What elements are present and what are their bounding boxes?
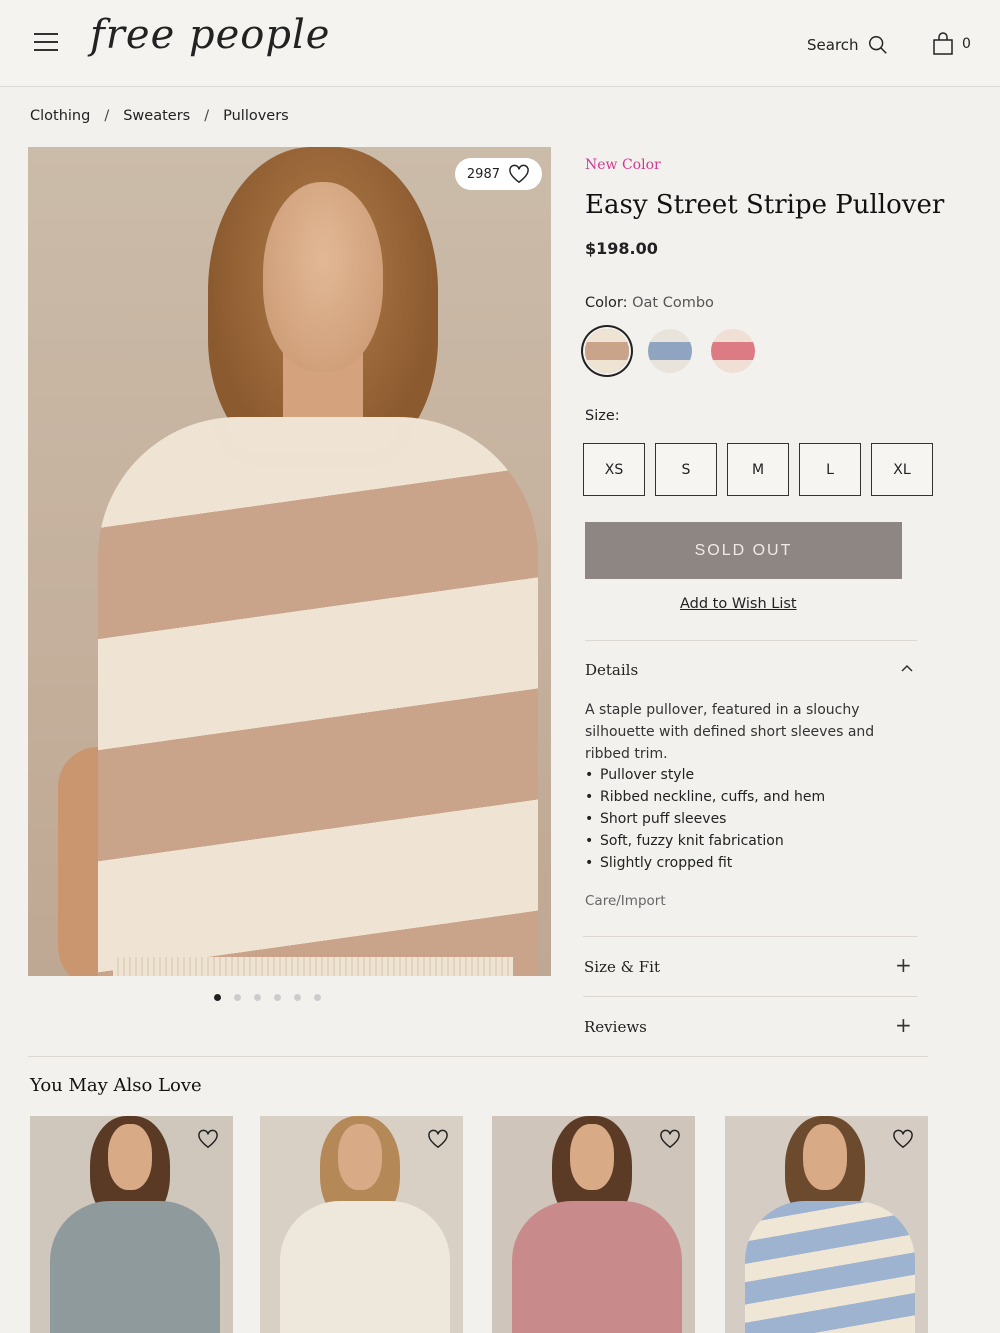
product-thumbnail — [50, 1201, 220, 1333]
carousel-dot[interactable] — [314, 994, 321, 1001]
details-accordion-header[interactable]: Details — [585, 661, 638, 679]
list-item: Short puff sleeves — [585, 808, 825, 830]
cart-count: 0 — [962, 36, 971, 52]
size-label: Size: — [585, 408, 620, 424]
breadcrumb-separator: / — [204, 108, 210, 124]
recommended-product-card[interactable] — [725, 1116, 928, 1333]
carousel-dot[interactable] — [294, 994, 301, 1001]
swatch-oat-combo[interactable] — [585, 329, 629, 373]
list-item: Pullover style — [585, 764, 825, 786]
divider — [583, 996, 918, 997]
heart-icon[interactable] — [427, 1129, 449, 1149]
breadcrumb-sweaters[interactable]: Sweaters — [123, 108, 190, 124]
size-m-button[interactable]: M — [727, 443, 789, 496]
product-thumbnail — [280, 1201, 450, 1333]
carousel-dot[interactable] — [274, 994, 281, 1001]
product-main-image[interactable]: 2987 — [28, 147, 551, 976]
sweater-illustration — [98, 417, 538, 976]
heart-icon[interactable] — [659, 1129, 681, 1149]
details-bullet-list: Pullover style Ribbed neckline, cuffs, a… — [585, 764, 825, 874]
carousel-dots — [214, 994, 321, 1001]
heart-icon[interactable] — [197, 1129, 219, 1149]
breadcrumb-separator: / — [104, 108, 110, 124]
recommended-product-card[interactable] — [492, 1116, 695, 1333]
plus-icon[interactable]: + — [895, 953, 912, 977]
reviews-accordion-header[interactable]: Reviews — [584, 1018, 647, 1036]
recommended-product-card[interactable] — [260, 1116, 463, 1333]
size-xs-button[interactable]: XS — [583, 443, 645, 496]
new-color-badge: New Color — [585, 157, 661, 173]
product-thumbnail — [512, 1201, 682, 1333]
divider — [585, 640, 917, 641]
list-item: Slightly cropped fit — [585, 852, 825, 874]
heart-icon[interactable] — [892, 1129, 914, 1149]
list-item: Soft, fuzzy knit fabrication — [585, 830, 825, 852]
care-import-link[interactable]: Care/Import — [585, 893, 666, 909]
breadcrumb-pullovers[interactable]: Pullovers — [223, 108, 289, 124]
search-button[interactable]: Search — [807, 34, 889, 56]
chevron-up-icon[interactable] — [900, 656, 914, 680]
breadcrumb-clothing[interactable]: Clothing — [30, 108, 90, 124]
shopping-bag-icon — [933, 32, 953, 55]
search-label: Search — [807, 36, 859, 54]
size-s-button[interactable]: S — [655, 443, 717, 496]
favorite-button[interactable]: 2987 — [454, 158, 542, 190]
size-xl-button[interactable]: XL — [871, 443, 933, 496]
swatch-blue-combo[interactable] — [648, 329, 692, 373]
hamburger-menu-icon[interactable] — [34, 33, 58, 53]
plus-icon[interactable]: + — [895, 1013, 912, 1037]
swatch-pink-combo[interactable] — [711, 329, 755, 373]
product-thumbnail — [745, 1201, 915, 1333]
sold-out-button[interactable]: SOLD OUT — [585, 522, 902, 579]
selected-color-name: Oat Combo — [632, 295, 714, 311]
divider — [583, 936, 918, 937]
size-options: XS S M L XL — [583, 443, 933, 496]
brand-logo[interactable]: free people — [90, 12, 330, 58]
site-header: free people Search 0 — [0, 0, 1000, 87]
carousel-dot[interactable] — [214, 994, 221, 1001]
heart-icon — [509, 164, 529, 184]
cart-button[interactable]: 0 — [932, 32, 971, 56]
details-description: A staple pullover, featured in a slouchy… — [585, 702, 875, 762]
recommended-product-card[interactable] — [30, 1116, 233, 1333]
list-item: Ribbed neckline, cuffs, and hem — [585, 786, 825, 808]
product-price: $198.00 — [585, 239, 658, 258]
size-l-button[interactable]: L — [799, 443, 861, 496]
add-to-wish-list-link[interactable]: Add to Wish List — [680, 596, 797, 612]
breadcrumb: Clothing / Sweaters / Pullovers — [30, 108, 289, 124]
carousel-dot[interactable] — [234, 994, 241, 1001]
carousel-dot[interactable] — [254, 994, 261, 1001]
section-divider — [28, 1056, 928, 1057]
product-title: Easy Street Stripe Pullover — [585, 190, 945, 220]
size-fit-accordion-header[interactable]: Size & Fit — [584, 958, 660, 976]
like-count: 2987 — [466, 166, 500, 182]
recommendations-title: You May Also Love — [30, 1075, 202, 1096]
search-icon — [868, 36, 887, 54]
color-swatches — [585, 329, 755, 373]
color-label: Color: Oat Combo — [585, 295, 714, 311]
